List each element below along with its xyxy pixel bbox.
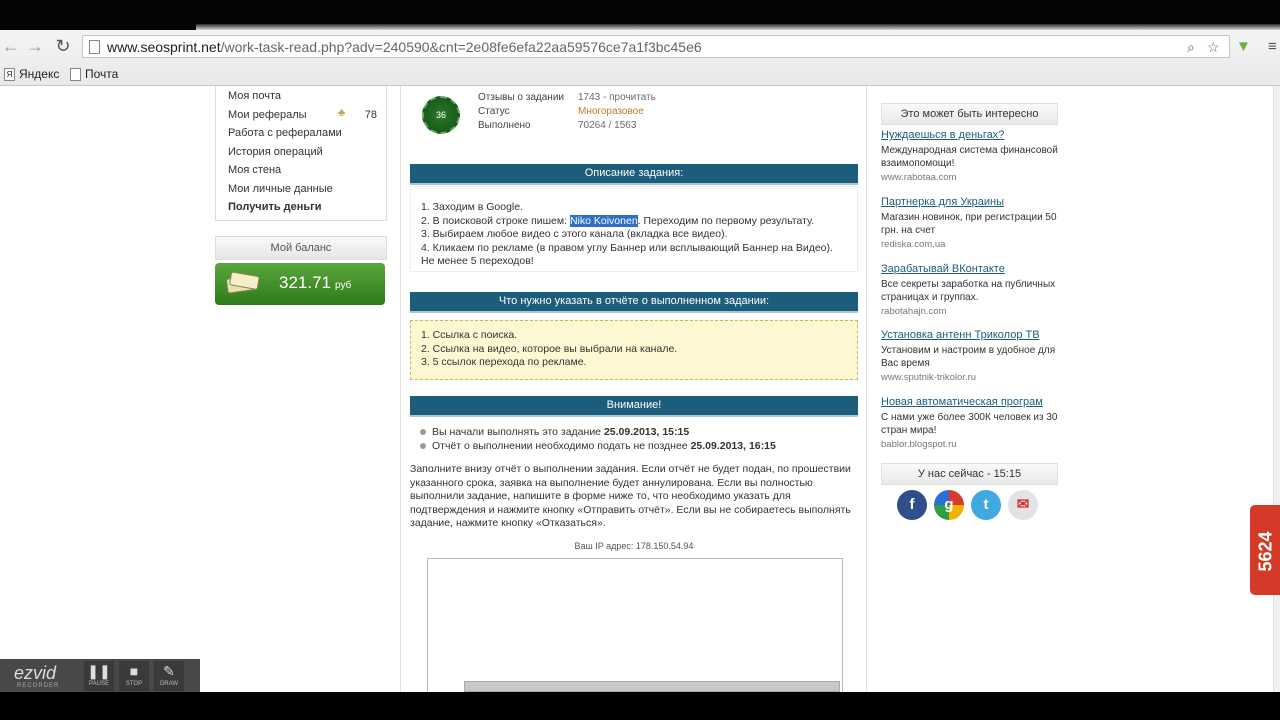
ad-block: Партнерка для Украины Магазин новинок, пр…: [881, 196, 1059, 250]
facebook-icon[interactable]: f: [897, 490, 927, 520]
mail-icon[interactable]: ✉: [1008, 490, 1038, 520]
page-icon: [70, 67, 81, 81]
user-menu: Моя почта Мои рефералы ♣ 78 Работа с реф…: [215, 86, 387, 221]
browser-toolbar: ← → ↻ www.seosprint.net/work-task-read.p…: [0, 30, 1280, 86]
recorder-overlay: ezvid RECORDER ❚❚ PAUSE ■ STOP ✎ DRAW: [0, 659, 200, 692]
ad-link[interactable]: Нуждаешься в деньгах?: [881, 129, 1059, 141]
report-item: 3. 5 ссылок перехода по рекламе.: [421, 356, 587, 368]
ad-link[interactable]: Новая автоматическая програм: [881, 396, 1059, 408]
address-bar[interactable]: www.seosprint.net/work-task-read.php?adv…: [82, 35, 1230, 58]
star-icon[interactable]: ☆: [1207, 39, 1220, 56]
report-item: 1. Ссылка с поиска.: [421, 329, 518, 341]
pause-button[interactable]: ❚❚ PAUSE: [84, 661, 114, 691]
deadline-line: Отчёт о выполнении необходимо подать не …: [420, 440, 776, 452]
referrals-icon: ♣: [338, 107, 346, 119]
ad-link[interactable]: Зарабатывай ВКонтакте: [881, 263, 1059, 275]
money-icon: [226, 271, 260, 294]
menu-item-mail[interactable]: Моя почта: [228, 90, 281, 102]
menu-item-referrals[interactable]: Мои рефералы: [228, 109, 307, 121]
back-icon[interactable]: ←: [0, 35, 22, 57]
bullet-icon: [420, 429, 426, 436]
ad-block: Новая автоматическая програм С нами уже б…: [881, 396, 1059, 450]
menu-item-wall[interactable]: Моя стена: [228, 164, 281, 176]
start-time-line: Вы начали выполнять это задание 25.09.20…: [420, 426, 689, 438]
referrals-count: 78: [364, 109, 377, 121]
task-description: 1. Заходим в Google. 2. В поисковой стро…: [410, 186, 858, 272]
horizontal-scrollbar[interactable]: [464, 681, 840, 692]
pen-icon: ✎: [163, 663, 175, 679]
url-text[interactable]: www.seosprint.net/work-task-read.php?adv…: [107, 39, 702, 55]
menu-icon[interactable]: ≡: [1268, 38, 1277, 55]
info-status: Статус Многоразовое: [478, 106, 644, 117]
desc-line: Не менее 5 переходов!: [421, 255, 534, 267]
info-done: Выполнено 70264 / 1563: [478, 120, 637, 131]
ad-block: Нуждаешься в деньгах? Международная систе…: [881, 129, 1059, 183]
info-reviews: Отзывы о задании 1743 - прочитать: [478, 92, 656, 103]
report-requirements: 1. Ссылка с поиска. 2. Ссылка на видео, …: [410, 320, 858, 380]
ad-block: Установка антенн Триколор ТВ Установим и …: [881, 329, 1059, 383]
bookmark-mail[interactable]: Почта: [70, 67, 118, 81]
search-icon[interactable]: ⌕: [1187, 39, 1195, 56]
desc-line: 4. Кликаем по рекламе (в правом углу Бан…: [421, 241, 833, 254]
extension-icon[interactable]: ▼: [1236, 38, 1251, 55]
vertical-scrollbar[interactable]: [1273, 86, 1280, 692]
ad-block: Зарабатывай ВКонтакте Все секреты заработ…: [881, 263, 1059, 317]
desc-line: 1. Заходим в Google.: [421, 201, 523, 213]
twitter-icon[interactable]: t: [971, 490, 1001, 520]
description-header: Описание задания:: [410, 164, 858, 185]
stop-icon: ■: [129, 663, 139, 679]
bullet-icon: [420, 443, 426, 450]
yandex-icon: Я: [4, 67, 15, 81]
left-column: Моя почта Мои рефералы ♣ 78 Работа с реф…: [215, 86, 387, 305]
bookmark-yandex[interactable]: Я Яндекс: [4, 67, 59, 81]
ad-link[interactable]: Партнерка для Украины: [881, 196, 1059, 208]
desc-line: 2. В поисковой строке пишем: Niko Koivon…: [421, 214, 815, 227]
pause-icon: ❚❚: [87, 663, 111, 679]
divider: [866, 86, 867, 692]
ezvid-logo: ezvid: [14, 663, 57, 683]
search-query-highlight: Niko Koivonen: [569, 214, 638, 227]
instructions-paragraph: Заполните внизу отчёт о выполнении задан…: [410, 463, 851, 529]
task-rating-seal: 36: [422, 96, 460, 134]
report-header: Что нужно указать в отчёте о выполненном…: [410, 292, 858, 313]
menu-item-history[interactable]: История операций: [228, 146, 323, 158]
page-icon: [89, 40, 100, 54]
menu-item-get-money[interactable]: Получить деньги: [228, 201, 322, 213]
now-online-header: У нас сейчас - 15:15: [881, 463, 1058, 485]
window-bottom-bar: [0, 692, 1280, 720]
balance-box[interactable]: 321.71 руб: [215, 263, 385, 305]
balance-amount: 321.71 руб: [279, 273, 352, 292]
balance-label: Мой баланс: [215, 236, 387, 260]
reload-icon[interactable]: ↻: [52, 35, 74, 57]
ip-address: Ваш IP адрес: 178.150.54.94: [574, 541, 694, 551]
reviews-link[interactable]: 1743 - прочитать: [578, 92, 656, 103]
recorder-label: RECORDER: [17, 683, 60, 689]
menu-item-referral-work[interactable]: Работа с рефералами: [228, 127, 342, 139]
desc-line: 3. Выбираем любое видео с этого канала (…: [421, 228, 728, 240]
side-counter-badge[interactable]: 5624: [1250, 505, 1280, 595]
window-top-bar: [0, 0, 1280, 30]
page-content: Моя почта Мои рефералы ♣ 78 Работа с реф…: [0, 86, 1280, 692]
bookmarks-bar: Я Яндекс Почта: [0, 64, 1280, 84]
draw-button[interactable]: ✎ DRAW: [154, 661, 184, 691]
stop-button[interactable]: ■ STOP: [119, 661, 149, 691]
google-icon[interactable]: g: [934, 490, 964, 520]
divider: [400, 86, 401, 692]
interest-header: Это может быть интересно: [881, 103, 1058, 125]
report-textarea[interactable]: [427, 558, 843, 692]
report-item: 2. Ссылка на видео, которое вы выбрали н…: [421, 342, 678, 355]
forward-icon[interactable]: →: [24, 35, 46, 57]
ad-link[interactable]: Установка антенн Триколор ТВ: [881, 329, 1059, 341]
menu-item-personal-data[interactable]: Мои личные данные: [228, 183, 333, 195]
attention-header: Внимание!: [410, 396, 858, 417]
